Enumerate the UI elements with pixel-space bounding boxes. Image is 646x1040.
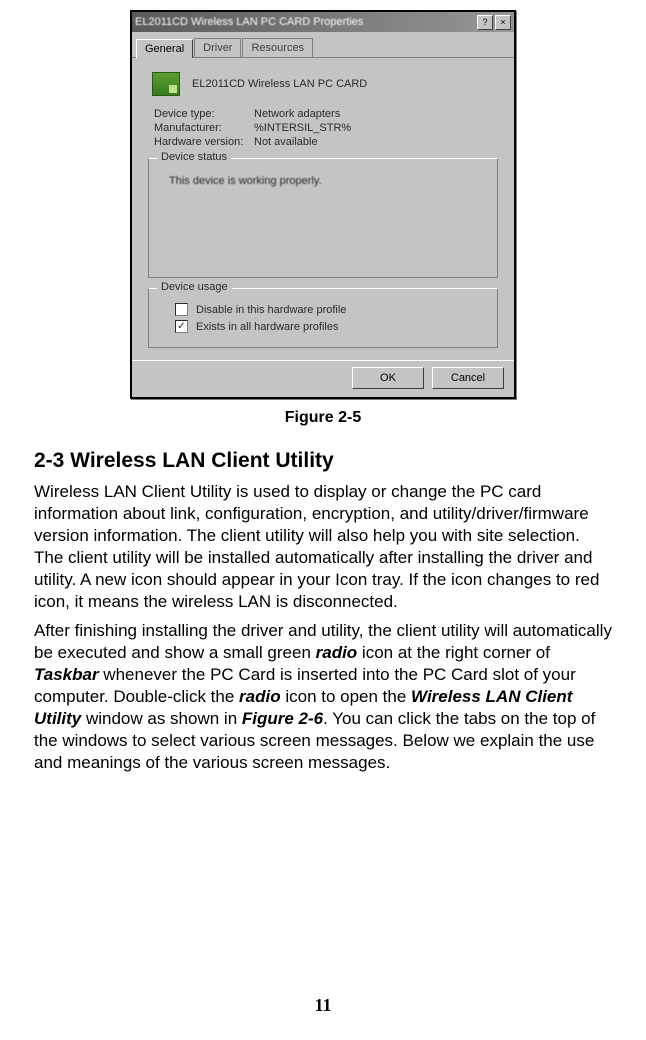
label-disable-profile: Disable in this hardware profile — [196, 304, 346, 316]
value-device-type: Network adapters — [254, 108, 340, 120]
fieldset-device-usage: Device usage Disable in this hardware pr… — [148, 288, 498, 348]
device-card-icon — [152, 72, 180, 96]
p2-b5: Figure 2-6 — [242, 709, 323, 728]
tab-row: General Driver Resources — [132, 32, 514, 58]
p2-s2: icon at the right corner of — [357, 643, 550, 662]
p2-b3: radio — [239, 687, 281, 706]
properties-dialog: EL2011CD Wireless LAN PC CARD Properties… — [130, 10, 516, 399]
section-heading: 2-3 Wireless LAN Client Utility — [34, 449, 612, 473]
cancel-button[interactable]: Cancel — [432, 367, 504, 389]
ok-button[interactable]: OK — [352, 367, 424, 389]
label-manufacturer: Manufacturer: — [154, 122, 254, 134]
value-manufacturer: %INTERSIL_STR% — [254, 122, 351, 134]
close-icon[interactable]: × — [495, 15, 511, 30]
help-icon[interactable]: ? — [477, 15, 493, 30]
checkbox-disable-profile[interactable] — [175, 303, 188, 316]
label-exists-all: Exists in all hardware profiles — [196, 321, 338, 333]
window-title: EL2011CD Wireless LAN PC CARD Properties — [135, 16, 363, 28]
page-number: 11 — [0, 995, 646, 1016]
p2-b1: radio — [316, 643, 358, 662]
tab-panel-general: EL2011CD Wireless LAN PC CARD Device typ… — [132, 58, 514, 360]
p2-b2: Taskbar — [34, 665, 99, 684]
paragraph-1: Wireless LAN Client Utility is used to d… — [34, 481, 612, 614]
tab-general[interactable]: General — [136, 39, 193, 58]
device-status-text: This device is working properly. — [169, 175, 487, 187]
device-name: EL2011CD Wireless LAN PC CARD — [192, 78, 367, 90]
p2-s4: icon to open the — [281, 687, 411, 706]
figure-caption: Figure 2-5 — [0, 409, 646, 427]
tab-driver[interactable]: Driver — [194, 38, 241, 57]
tab-resources[interactable]: Resources — [242, 38, 313, 57]
titlebar: EL2011CD Wireless LAN PC CARD Properties… — [132, 12, 514, 32]
legend-device-usage: Device usage — [157, 281, 232, 293]
p2-s5: window as shown in — [81, 709, 242, 728]
paragraph-2: After finishing installing the driver an… — [34, 620, 612, 775]
label-device-type: Device type: — [154, 108, 254, 120]
value-hardware-version: Not available — [254, 136, 318, 148]
label-hardware-version: Hardware version: — [154, 136, 254, 148]
legend-device-status: Device status — [157, 151, 231, 163]
fieldset-device-status: Device status This device is working pro… — [148, 158, 498, 278]
checkbox-exists-all[interactable]: ✓ — [175, 320, 188, 333]
